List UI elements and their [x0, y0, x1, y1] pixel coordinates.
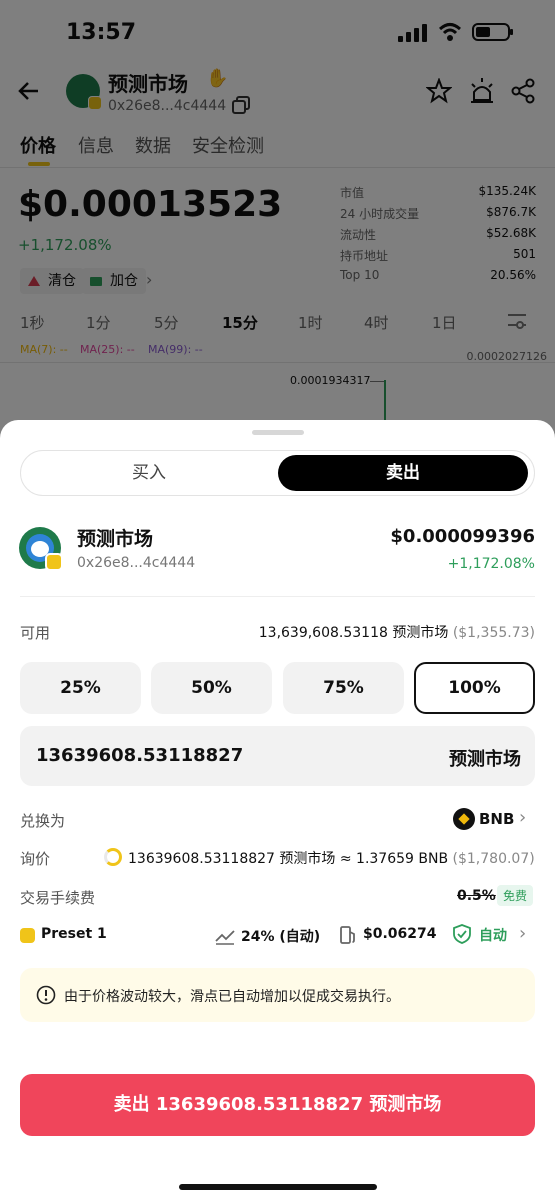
- info-icon: [36, 985, 56, 1005]
- gas-fee-value[interactable]: $0.06274: [363, 926, 437, 942]
- preset-selector[interactable]: Preset 1: [41, 926, 107, 942]
- quote-usd: ($1,780.07): [452, 851, 535, 867]
- percent-100-button[interactable]: 100%: [414, 662, 535, 714]
- convert-to-token[interactable]: BNB: [479, 810, 514, 828]
- amount-value[interactable]: 13639608.53118827: [36, 745, 243, 766]
- amount-unit: 预测市场: [449, 749, 521, 770]
- available-balance: 13,639,608.53118 预测市场 ($1,355.73): [259, 622, 535, 642]
- gas-pump-icon: [340, 926, 355, 944]
- amount-input[interactable]: 13639608.53118827 预测市场: [20, 726, 535, 786]
- mev-protection-value[interactable]: 自动: [479, 925, 507, 945]
- sheet-token-address: 0x26e8...4c4444: [77, 555, 196, 571]
- sheet-token-change: +1,172.08%: [447, 556, 535, 572]
- bnb-icon: [453, 808, 475, 830]
- percent-75-button[interactable]: 75%: [283, 662, 404, 714]
- chain-badge-icon: [45, 553, 63, 571]
- fee-original: 0.5%: [457, 888, 496, 904]
- quote-label: 询价: [20, 850, 51, 868]
- preset-icon: [20, 928, 35, 943]
- available-amount: 13,639,608.53118 预测市场: [258, 625, 449, 641]
- warning-text: 由于价格波动较大，滑点已自动增加以促成交易执行。: [64, 989, 400, 1005]
- available-usd: ($1,355.73): [452, 625, 535, 641]
- slippage-warning: 由于价格波动较大，滑点已自动增加以促成交易执行。: [20, 968, 535, 1022]
- buy-tab[interactable]: 买入: [21, 451, 277, 495]
- sell-submit-button[interactable]: 卖出 13639608.53118827 预测市场: [20, 1074, 535, 1136]
- divider: [20, 596, 535, 597]
- sell-tab[interactable]: 卖出: [278, 455, 528, 491]
- fee-free-badge: 免费: [497, 885, 534, 906]
- shield-check-icon: [453, 924, 471, 944]
- quote-amount: 13639608.53118827 预测市场 ≈ 1.37659 BNB: [128, 851, 449, 867]
- buy-sell-toggle: 买入 卖出: [20, 450, 535, 496]
- chevron-right-icon[interactable]: ›: [519, 923, 526, 944]
- trade-sheet: 买入 卖出 预测市场 0x26e8...4c4444 $0.000099396 …: [0, 420, 555, 1200]
- slippage-icon: [215, 930, 235, 945]
- available-label: 可用: [20, 624, 51, 642]
- loading-spinner-icon: [104, 848, 122, 866]
- sheet-token-name: 预测市场: [77, 528, 154, 550]
- sheet-grabber[interactable]: [252, 430, 304, 435]
- quote-value: 13639608.53118827 预测市场 ≈ 1.37659 BNB ($1…: [128, 848, 535, 868]
- slippage-value[interactable]: 24% (自动): [241, 926, 320, 946]
- fee-label: 交易手续费: [20, 889, 96, 907]
- sheet-token-price: $0.000099396: [390, 526, 535, 547]
- percent-25-button[interactable]: 25%: [20, 662, 141, 714]
- home-indicator: [179, 1184, 377, 1190]
- percent-50-button[interactable]: 50%: [151, 662, 272, 714]
- convert-to-label: 兑换为: [20, 812, 66, 830]
- chevron-right-icon[interactable]: ›: [519, 807, 526, 828]
